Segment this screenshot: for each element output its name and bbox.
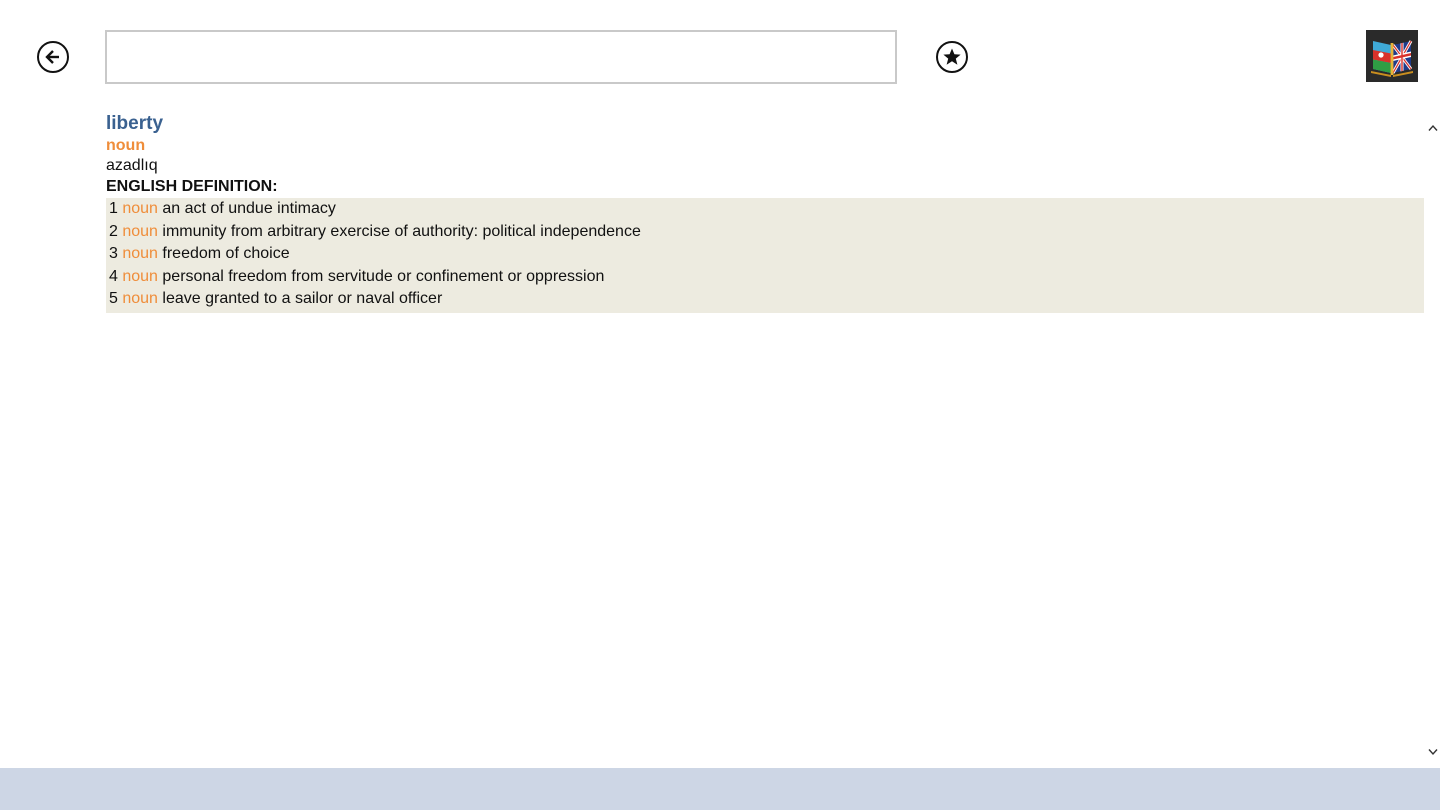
definition-text: immunity from arbitrary exercise of auth…: [162, 222, 641, 240]
star-icon: [943, 48, 961, 65]
definition-text: leave granted to a sailor or naval offic…: [162, 290, 443, 307]
definition-item: 2 noun immunity from arbitrary exercise …: [109, 221, 1424, 244]
definition-pos: noun: [122, 222, 158, 240]
definition-pos: noun: [122, 245, 158, 262]
definition-item: 1 noun an act of undue intimacy: [109, 198, 1424, 221]
definition-item: 3 noun freedom of choice: [109, 243, 1424, 266]
scroll-down-button[interactable]: [1426, 744, 1440, 760]
scroll-up-button[interactable]: [1426, 120, 1440, 136]
search-box: [105, 30, 897, 84]
definition-pos: noun: [122, 200, 158, 217]
definition-number: 4: [109, 267, 118, 285]
definition-pos: noun: [122, 267, 158, 285]
favorite-button[interactable]: [936, 41, 968, 73]
definition-list: 1 noun an act of undue intimacy 2 noun i…: [106, 198, 1424, 313]
headword: liberty: [106, 113, 164, 134]
back-arrow-icon: [45, 50, 59, 64]
entry-content: liberty noun azadlıq ENGLISH DEFINITION:…: [106, 112, 1426, 762]
dictionary-book-icon: [1371, 40, 1413, 77]
definition-text: freedom of choice: [162, 245, 290, 262]
definition-item: 4 noun personal freedom from servitude o…: [109, 266, 1424, 289]
definition-text: an act of undue intimacy: [162, 200, 336, 217]
definition-pos: noun: [122, 290, 158, 307]
vertical-scrollbar[interactable]: [1426, 112, 1440, 762]
definition-item: 5 noun leave granted to a sailor or nava…: [109, 288, 1424, 311]
app-logo[interactable]: [1366, 30, 1418, 82]
chevron-down-icon: [1428, 749, 1438, 756]
back-button[interactable]: [37, 41, 69, 73]
bottom-app-bar[interactable]: [0, 768, 1440, 810]
translation: azadlıq: [106, 157, 158, 174]
definition-number: 2: [109, 222, 118, 240]
chevron-up-icon: [1428, 124, 1438, 131]
search-input[interactable]: [107, 32, 895, 82]
definition-text: personal freedom from servitude or confi…: [162, 267, 605, 285]
definition-number: 1: [109, 200, 118, 217]
definition-number: 5: [109, 290, 118, 307]
dictionary-app: liberty noun azadlıq ENGLISH DEFINITION:…: [0, 0, 1440, 810]
part-of-speech: noun: [106, 137, 146, 154]
definition-heading: ENGLISH DEFINITION:: [106, 178, 278, 195]
definition-number: 3: [109, 245, 118, 262]
